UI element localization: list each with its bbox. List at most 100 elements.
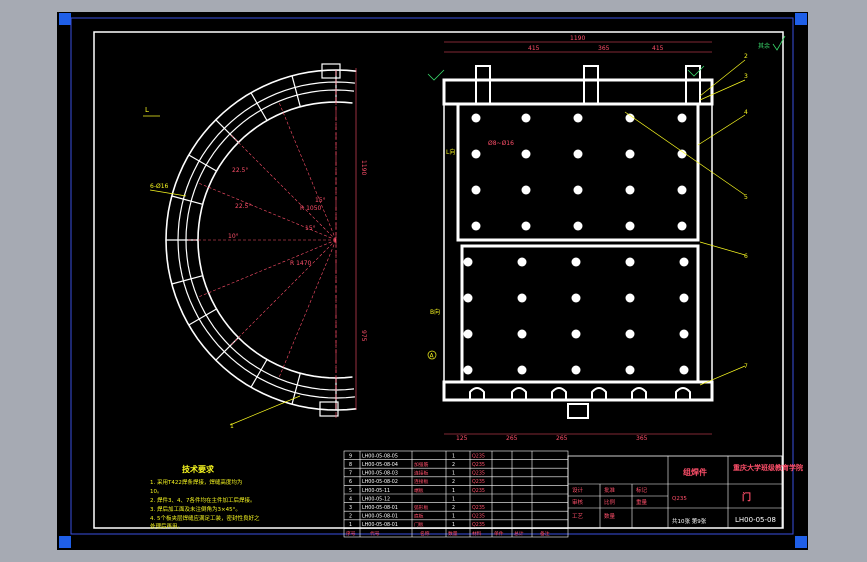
bom-header-cell: 备注	[540, 530, 550, 537]
plate-hole	[463, 257, 473, 267]
bom-cell-name: 加强筋	[414, 461, 429, 468]
plate-hole	[677, 221, 687, 231]
bom-cell-qty: 1	[452, 471, 455, 477]
plate-hole	[521, 149, 531, 159]
bom-header-cell: 材料	[472, 530, 482, 537]
dim-arc-r1: R 1050	[300, 205, 322, 212]
plate-hole	[677, 113, 687, 123]
plate-hole	[471, 221, 481, 231]
bom-cell-name: 底板	[414, 513, 424, 520]
plate-hole	[679, 365, 689, 375]
check-label: 审核	[572, 498, 584, 506]
bom-header-cell: 序号	[346, 530, 356, 537]
qty-label: 数量	[604, 512, 616, 520]
plate-hole	[571, 293, 581, 303]
bom-cell-code: LH00-05-08-01	[362, 505, 398, 511]
plate-hole	[571, 257, 581, 267]
plate-hole	[625, 221, 635, 231]
bom-cell-no: 6	[349, 479, 352, 485]
plate-hole	[625, 149, 635, 159]
bom-cell-code: LH00-05-08-01	[362, 522, 398, 528]
tech-note-5: 4. 5个板夹层焊缝应满足工装，密封性良好之	[150, 514, 260, 522]
part-name: 组焊件	[683, 467, 707, 477]
plate-hole	[463, 365, 473, 375]
plate-hole	[463, 293, 473, 303]
bom-cell-qty: 2	[452, 462, 455, 468]
plate-hole	[517, 257, 527, 267]
dim-top-total: 1190	[570, 35, 585, 42]
dim-arc-r2: R 1470	[290, 260, 312, 267]
drawing-number: LH00-05-08	[735, 516, 776, 524]
bom-cell-no: 9	[349, 453, 352, 459]
bom-cell-qty: 1	[452, 522, 455, 528]
plate-hole	[521, 113, 531, 123]
bom-header-cell: 数量	[448, 530, 458, 537]
tech-title: 技术要求	[182, 464, 215, 474]
plate-hole	[677, 185, 687, 195]
scale-label: 比例	[604, 498, 616, 506]
tech-note-6: 处理后再用。	[150, 522, 183, 530]
bom-cell-qty: 1	[452, 496, 455, 502]
angle-label-4: 10°	[228, 233, 239, 240]
plate-hole	[571, 329, 581, 339]
bom-cell-name: 门板	[414, 521, 424, 528]
mark-label: 标记	[636, 486, 648, 494]
plate-hole	[679, 293, 689, 303]
balloon-label-3: 3	[744, 73, 748, 80]
bom-cell-name: 连接板	[414, 470, 429, 477]
bom-cell-qty: 2	[452, 479, 455, 485]
school-name: 重庆大学班级教育学院	[733, 463, 803, 472]
balloon-label-4: 4	[744, 109, 748, 116]
bom-cell-no: 7	[349, 471, 352, 477]
plate-hole	[517, 293, 527, 303]
bom-cell-code: LH00-05-08-03	[362, 471, 398, 477]
bom-cell-no: 2	[349, 514, 352, 520]
bom-header-cell: 总计	[514, 530, 524, 537]
bom-cell-no: 5	[349, 488, 352, 494]
bom-cell-name: 端板	[414, 487, 424, 494]
tech-note-1: 1. 采用T422焊条焊接，焊缝高度均为	[150, 478, 242, 486]
bom-cell-mat: Q235	[472, 462, 485, 468]
bom-cell-qty: 1	[452, 488, 455, 494]
dim-weld: Ø8~Ø16	[488, 140, 514, 147]
plate-hole	[571, 365, 581, 375]
material-label: Q235	[672, 496, 687, 502]
plate-hole	[521, 185, 531, 195]
plate-hole	[517, 365, 527, 375]
dim-bottom-1: 125	[456, 435, 468, 442]
bom-cell-no: 3	[349, 505, 352, 511]
dim-bottom-3: 265	[556, 435, 568, 442]
plate-hole	[679, 257, 689, 267]
plate-hole	[471, 113, 481, 123]
plate-hole	[471, 149, 481, 159]
bom-header-cell: 单件	[494, 530, 504, 537]
angle-label-5: 15°	[305, 225, 316, 232]
bom-cell-mat: Q235	[472, 479, 485, 485]
bom-cell-mat: Q235	[472, 471, 485, 477]
plate-hole	[573, 149, 583, 159]
balloon-label-5: 5	[744, 194, 748, 201]
bom-cell-code: LH00-05-08-01	[362, 514, 398, 520]
bom-cell-mat: Q235	[472, 514, 485, 520]
process-label: 工艺	[572, 513, 584, 520]
plate-hole	[625, 329, 635, 339]
dim-bottom-4: 365	[636, 435, 648, 442]
plate-hole	[625, 185, 635, 195]
plate-hole	[573, 113, 583, 123]
bom-cell-code: LH00-05-08-05	[362, 453, 398, 459]
hole-callout: 6-Ø16	[150, 183, 169, 190]
bom-cell-name: 连接板	[414, 478, 429, 485]
tech-note-3: 2. 焊件3、4、7各件均在主件加工后焊接。	[150, 496, 256, 504]
bom-header-cell: 名称	[420, 530, 430, 537]
sheet-label: 门	[742, 491, 751, 503]
bom-cell-code: LH00-05-08-04	[362, 462, 398, 468]
weight-label: 重量	[636, 498, 648, 506]
balloon-label-6: 6	[744, 253, 748, 260]
plate-hole	[625, 257, 635, 267]
plate-hole	[517, 329, 527, 339]
plate-hole	[463, 329, 473, 339]
bom-cell-code: LH00-05-08-02	[362, 479, 398, 485]
cad-drawing-viewer[interactable]: 1190 975 R 1050 R 1470 22.5° 22.5° 15° 1…	[0, 0, 867, 562]
plate-hole	[679, 329, 689, 339]
tech-note-2: 10。	[150, 489, 163, 495]
